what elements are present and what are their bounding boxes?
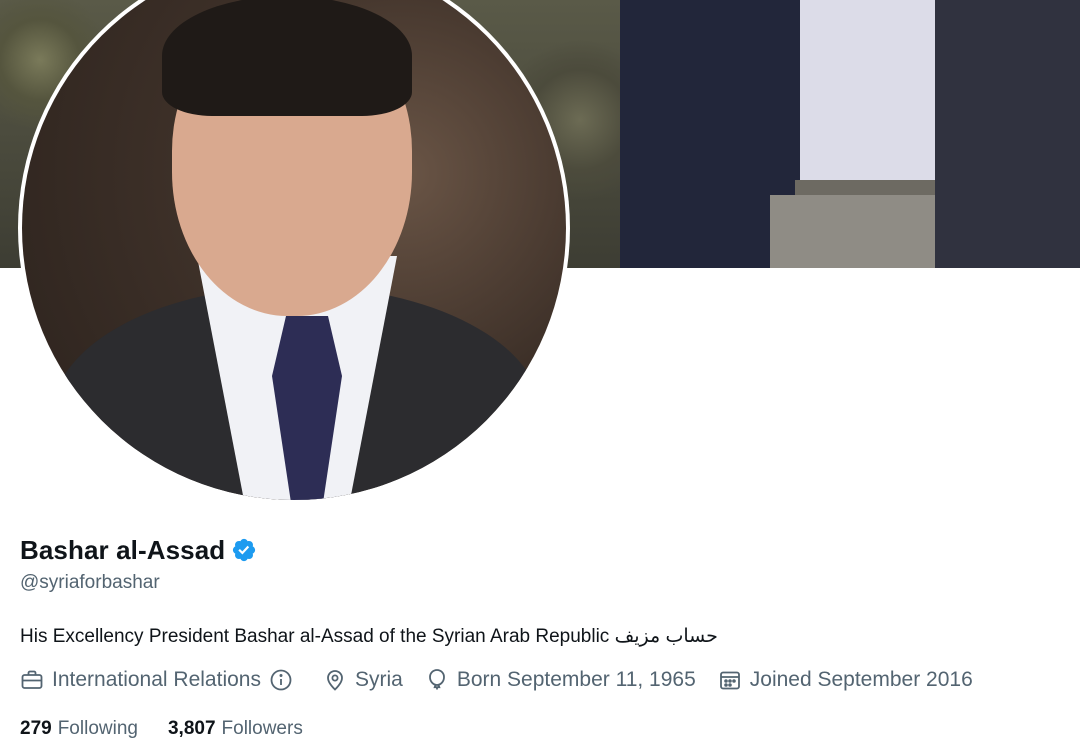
joined-label: Joined September 2016 xyxy=(749,668,973,691)
profile-joined: Joined September 2016 xyxy=(718,668,973,692)
profile-stats: 279 Following 3,807 Followers xyxy=(20,718,1060,740)
briefcase-icon xyxy=(21,670,43,689)
following-label: Following xyxy=(57,718,138,739)
profile-avatar[interactable] xyxy=(18,0,570,504)
banner-coat-right xyxy=(935,0,1080,268)
avatar-photo xyxy=(22,0,566,500)
following-link[interactable]: 279 Following xyxy=(20,718,138,740)
profile-handle: @syriaforbashar xyxy=(20,572,160,593)
profile-birthday: Born September 11, 1965 xyxy=(425,668,696,692)
info-icon[interactable] xyxy=(269,668,293,692)
profile-meta: International Relations Syria Born Septe… xyxy=(20,668,1060,692)
profile-bio: His Excellency President Bashar al-Assad… xyxy=(20,626,718,647)
name-row: Bashar al-Assad xyxy=(20,532,1060,568)
banner-shirt xyxy=(800,0,940,190)
verified-badge-icon[interactable] xyxy=(231,537,257,563)
avatar-hair xyxy=(162,0,412,116)
location-label: Syria xyxy=(354,668,403,691)
profile-category: International Relations xyxy=(20,668,301,692)
calendar-icon xyxy=(719,671,740,690)
balloon-icon xyxy=(428,669,445,690)
followers-count: 3,807 xyxy=(167,718,216,739)
profile-name: Bashar al-Assad xyxy=(20,534,226,565)
profile-location: Syria xyxy=(323,668,403,692)
category-label: International Relations xyxy=(52,668,261,691)
location-pin-icon xyxy=(327,670,343,691)
birthday-label: Born September 11, 1965 xyxy=(456,668,696,691)
profile-info: Bashar al-Assad @syriaforbashar His Exce… xyxy=(20,532,1060,740)
followers-label: Followers xyxy=(221,718,303,739)
following-count: 279 xyxy=(20,718,52,739)
banner-belt xyxy=(795,180,945,196)
followers-link[interactable]: 3,807 Followers xyxy=(168,718,303,740)
